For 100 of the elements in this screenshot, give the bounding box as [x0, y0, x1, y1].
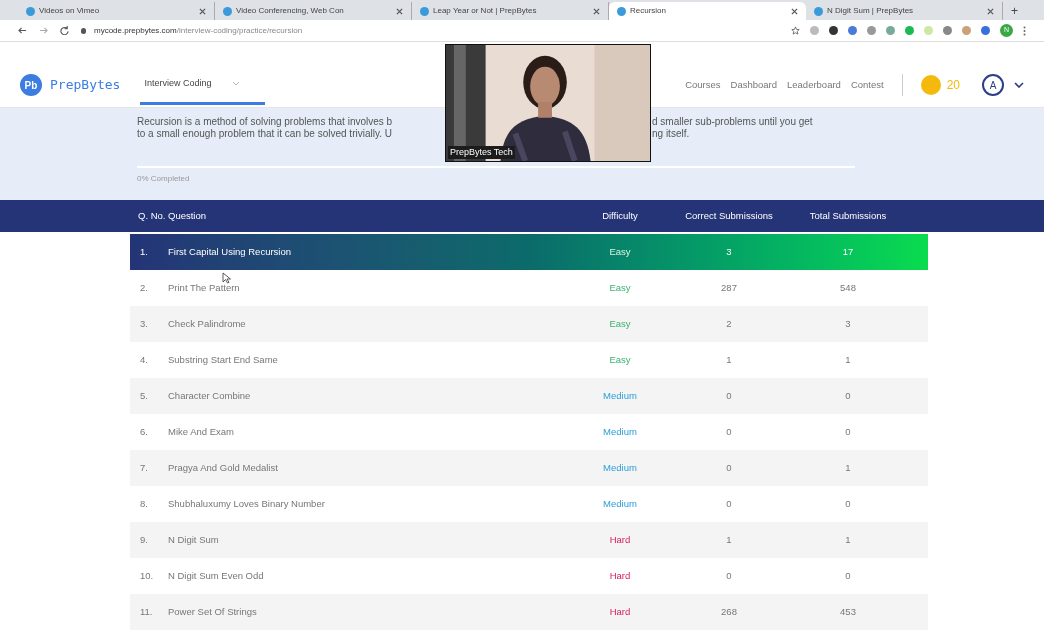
nav-link[interactable]: Contest	[850, 77, 884, 93]
menu-icon[interactable]	[1023, 25, 1026, 36]
tab-favicon-icon	[223, 6, 232, 16]
close-icon[interactable]	[790, 7, 798, 15]
tab-title: Leap Year or Not | PrepBytes	[433, 5, 537, 17]
correct-count: 0	[725, 496, 733, 511]
difficulty-label: Hard	[608, 532, 632, 547]
row-number: 4.	[139, 352, 149, 367]
row-number: 6.	[139, 424, 149, 439]
browser-tab[interactable]: Video Conferencing, Web Con	[215, 2, 412, 20]
close-icon[interactable]	[593, 7, 600, 15]
intro-text: Recursion is a method of solving problems that involves b	[137, 116, 394, 128]
question-title: Pragya And Gold Medalist	[167, 460, 279, 475]
question-title: Shubhaluxumy Loves Binary Number	[167, 496, 326, 511]
logo-mark[interactable]: Pb	[20, 74, 42, 96]
nav-link[interactable]: Dashboard	[730, 77, 777, 93]
row-number: 3.	[139, 316, 149, 331]
column-header: Correct Submissions	[684, 208, 774, 223]
chevron-icon	[231, 81, 240, 86]
new-tab-button[interactable]: +	[1002, 2, 1026, 20]
question-title: Substring Start End Same	[167, 352, 279, 367]
tab-favicon-icon	[617, 6, 626, 16]
reload-icon[interactable]	[60, 26, 69, 35]
column-header: Difficulty	[601, 208, 639, 223]
correct-count: 3	[725, 244, 733, 259]
nav-link[interactable]: Leaderboard	[787, 77, 841, 93]
progress-label: 0% Completed	[137, 173, 191, 185]
browser-tab[interactable]: Recursion	[609, 2, 806, 20]
row-number: 2.	[139, 280, 149, 295]
intro-text: d smaller sub-problems until you get	[652, 116, 813, 128]
correct-count: 268	[720, 604, 738, 619]
logo-text[interactable]: PrepBytes	[50, 75, 121, 95]
row-number: 8.	[139, 496, 149, 511]
table-row[interactable]: 3. Check Palindrome Easy 2 3	[130, 306, 928, 342]
chevron-icon[interactable]	[1014, 82, 1024, 88]
total-count: 1	[844, 532, 852, 547]
pointer-cursor-icon	[222, 272, 232, 284]
difficulty-label: Medium	[602, 388, 638, 403]
question-title: N Digit Sum	[167, 532, 220, 547]
table-row[interactable]: 11. Power Set Of Strings Hard 268 453	[130, 594, 928, 630]
nav-link[interactable]: Courses	[685, 77, 721, 93]
tab-title: N Digit Sum | PrepBytes	[826, 5, 914, 17]
correct-count: 2	[725, 316, 733, 331]
star-icon[interactable]	[791, 26, 800, 35]
total-count: 453	[839, 604, 857, 619]
difficulty-label: Medium	[602, 496, 638, 511]
section-dropdown[interactable]: Interview Coding	[140, 65, 266, 105]
intro-text: to a small enough problem that it can be solved trivially. U	[137, 128, 393, 140]
correct-count: 0	[725, 568, 733, 583]
table-row[interactable]: 1. First Capital Using Recursion Easy 3 17	[130, 234, 928, 270]
total-count: 3	[844, 316, 852, 331]
difficulty-label: Easy	[608, 352, 632, 367]
question-title: Check Palindrome	[167, 316, 247, 331]
intro-text: ng itself.	[652, 128, 690, 140]
question-title: First Capital Using Recursion	[167, 244, 292, 259]
total-count: 17	[841, 244, 855, 259]
tab-title: Video Conferencing, Web Con	[236, 5, 344, 17]
difficulty-label: Hard	[608, 568, 632, 583]
difficulty-label: Hard	[608, 604, 632, 619]
row-number: 5.	[139, 388, 149, 403]
total-count: 0	[844, 568, 852, 583]
correct-count: 0	[725, 424, 733, 439]
table-row[interactable]: 5. Character Combine Medium 0 0	[130, 378, 928, 414]
column-header: Total Submissions	[808, 208, 888, 223]
browser-tab[interactable]: Videos on Vimeo	[18, 2, 215, 20]
browser-tab[interactable]: N Digit Sum | PrepBytes	[805, 2, 1003, 20]
correct-count: 1	[725, 532, 733, 547]
question-title: Power Set Of Strings	[167, 604, 258, 619]
difficulty-label: Easy	[608, 280, 632, 295]
difficulty-label: Easy	[608, 244, 632, 259]
correct-count: 287	[720, 280, 738, 295]
table-row[interactable]: 9. N Digit Sum Hard 1 1	[130, 522, 928, 558]
row-number: 1.	[139, 244, 149, 259]
lock-icon	[81, 27, 86, 34]
difficulty-label: Medium	[602, 460, 638, 475]
total-count: 0	[844, 496, 852, 511]
correct-count: 0	[725, 460, 733, 475]
difficulty-label: Medium	[602, 424, 638, 439]
close-icon[interactable]	[199, 7, 206, 15]
row-number: 11.	[139, 604, 154, 619]
difficulty-label: Easy	[608, 316, 632, 331]
total-count: 0	[844, 424, 852, 439]
tab-favicon-icon	[420, 6, 429, 16]
question-title: N Digit Sum Even Odd	[167, 568, 265, 583]
question-title: Mike And Exam	[167, 424, 235, 439]
table-row[interactable]: 7. Pragya And Gold Medalist Medium 0 1	[130, 450, 928, 486]
close-icon[interactable]	[396, 7, 403, 15]
extension-icon[interactable]	[829, 26, 838, 35]
tab-title: Recursion	[630, 5, 666, 17]
row-number: 10.	[139, 568, 155, 583]
question-title: Character Combine	[167, 388, 252, 403]
back-arrow-icon[interactable]	[18, 26, 27, 35]
user-avatar[interactable]: A	[982, 74, 1004, 96]
correct-count: 1	[725, 352, 733, 367]
correct-count: 0	[725, 388, 733, 403]
tab-favicon-icon	[813, 6, 823, 16]
question-title: Print The Pattern	[167, 280, 241, 295]
address-field[interactable]: mycode.prepbytes.com/interview-coding/practice/recursion	[81, 24, 303, 37]
tab-title: Videos on Vimeo	[39, 5, 100, 17]
close-icon[interactable]	[986, 7, 994, 15]
